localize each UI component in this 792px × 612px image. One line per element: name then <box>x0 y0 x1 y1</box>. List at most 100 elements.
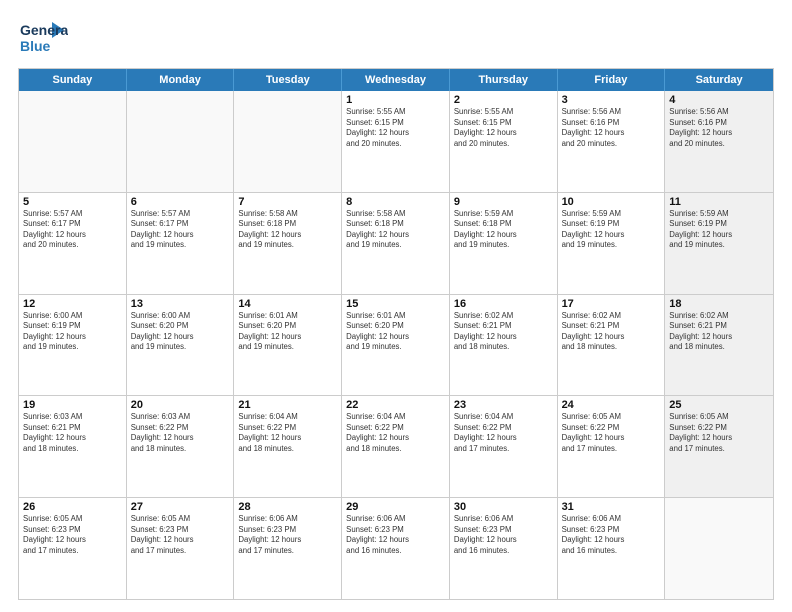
day-info: Sunrise: 6:01 AM Sunset: 6:20 PM Dayligh… <box>238 311 337 353</box>
day-cell-28: 28Sunrise: 6:06 AM Sunset: 6:23 PM Dayli… <box>234 498 342 599</box>
header-cell-wednesday: Wednesday <box>342 69 450 91</box>
day-cell-5: 5Sunrise: 5:57 AM Sunset: 6:17 PM Daylig… <box>19 193 127 294</box>
day-info: Sunrise: 5:57 AM Sunset: 6:17 PM Dayligh… <box>23 209 122 251</box>
day-number: 9 <box>454 196 553 208</box>
header-cell-saturday: Saturday <box>665 69 773 91</box>
day-number: 25 <box>669 399 769 411</box>
day-number: 12 <box>23 298 122 310</box>
day-number: 23 <box>454 399 553 411</box>
day-number: 21 <box>238 399 337 411</box>
day-number: 22 <box>346 399 445 411</box>
day-info: Sunrise: 6:03 AM Sunset: 6:22 PM Dayligh… <box>131 412 230 454</box>
day-number: 3 <box>562 94 661 106</box>
day-number: 13 <box>131 298 230 310</box>
day-cell-22: 22Sunrise: 6:04 AM Sunset: 6:22 PM Dayli… <box>342 396 450 497</box>
day-cell-10: 10Sunrise: 5:59 AM Sunset: 6:19 PM Dayli… <box>558 193 666 294</box>
day-cell-16: 16Sunrise: 6:02 AM Sunset: 6:21 PM Dayli… <box>450 295 558 396</box>
day-cell-11: 11Sunrise: 5:59 AM Sunset: 6:19 PM Dayli… <box>665 193 773 294</box>
day-number: 19 <box>23 399 122 411</box>
day-cell-30: 30Sunrise: 6:06 AM Sunset: 6:23 PM Dayli… <box>450 498 558 599</box>
day-number: 2 <box>454 94 553 106</box>
day-cell-18: 18Sunrise: 6:02 AM Sunset: 6:21 PM Dayli… <box>665 295 773 396</box>
day-number: 20 <box>131 399 230 411</box>
day-info: Sunrise: 6:00 AM Sunset: 6:19 PM Dayligh… <box>23 311 122 353</box>
day-info: Sunrise: 6:06 AM Sunset: 6:23 PM Dayligh… <box>346 514 445 556</box>
day-info: Sunrise: 6:04 AM Sunset: 6:22 PM Dayligh… <box>346 412 445 454</box>
day-number: 26 <box>23 501 122 513</box>
day-info: Sunrise: 6:01 AM Sunset: 6:20 PM Dayligh… <box>346 311 445 353</box>
day-number: 30 <box>454 501 553 513</box>
day-number: 18 <box>669 298 769 310</box>
day-number: 5 <box>23 196 122 208</box>
day-info: Sunrise: 5:57 AM Sunset: 6:17 PM Dayligh… <box>131 209 230 251</box>
day-number: 17 <box>562 298 661 310</box>
day-cell-13: 13Sunrise: 6:00 AM Sunset: 6:20 PM Dayli… <box>127 295 235 396</box>
week-row-3: 12Sunrise: 6:00 AM Sunset: 6:19 PM Dayli… <box>19 295 773 397</box>
header-cell-sunday: Sunday <box>19 69 127 91</box>
day-info: Sunrise: 6:06 AM Sunset: 6:23 PM Dayligh… <box>454 514 553 556</box>
day-cell-12: 12Sunrise: 6:00 AM Sunset: 6:19 PM Dayli… <box>19 295 127 396</box>
day-cell-15: 15Sunrise: 6:01 AM Sunset: 6:20 PM Dayli… <box>342 295 450 396</box>
week-row-2: 5Sunrise: 5:57 AM Sunset: 6:17 PM Daylig… <box>19 193 773 295</box>
day-info: Sunrise: 6:03 AM Sunset: 6:21 PM Dayligh… <box>23 412 122 454</box>
calendar-body: 1 Sunrise: 5:55 AM Sunset: 6:15 PM Daylig… <box>19 91 773 599</box>
day-info: Sunrise: 5:55 AM Sunset: 6:15 PM Dayligh… <box>454 107 553 149</box>
header-cell-friday: Friday <box>558 69 666 91</box>
day-info: Sunrise: 5:56 AM Sunset: 6:16 PM Dayligh… <box>562 107 661 149</box>
day-cell-9: 9Sunrise: 5:59 AM Sunset: 6:18 PM Daylig… <box>450 193 558 294</box>
day-cell-6: 6Sunrise: 5:57 AM Sunset: 6:17 PM Daylig… <box>127 193 235 294</box>
day-cell-20: 20Sunrise: 6:03 AM Sunset: 6:22 PM Dayli… <box>127 396 235 497</box>
page: GeneralBlue SundayMondayTuesdayWednesday… <box>0 0 792 612</box>
day-info: Sunrise: 6:04 AM Sunset: 6:22 PM Dayligh… <box>238 412 337 454</box>
header: GeneralBlue <box>18 18 774 58</box>
week-row-4: 19Sunrise: 6:03 AM Sunset: 6:21 PM Dayli… <box>19 396 773 498</box>
day-info: Sunrise: 6:05 AM Sunset: 6:22 PM Dayligh… <box>669 412 769 454</box>
empty-cell <box>19 91 127 192</box>
day-info: Sunrise: 6:05 AM Sunset: 6:22 PM Dayligh… <box>562 412 661 454</box>
day-info: Sunrise: 5:59 AM Sunset: 6:19 PM Dayligh… <box>669 209 769 251</box>
day-number: 1 <box>346 94 445 106</box>
day-number: 6 <box>131 196 230 208</box>
logo-svg: GeneralBlue <box>18 18 68 58</box>
day-info: Sunrise: 6:04 AM Sunset: 6:22 PM Dayligh… <box>454 412 553 454</box>
day-number: 10 <box>562 196 661 208</box>
day-number: 31 <box>562 501 661 513</box>
day-number: 7 <box>238 196 337 208</box>
day-cell-1: 1Sunrise: 5:55 AM Sunset: 6:15 PM Daylig… <box>342 91 450 192</box>
day-cell-3: 3Sunrise: 5:56 AM Sunset: 6:16 PM Daylig… <box>558 91 666 192</box>
day-cell-14: 14Sunrise: 6:01 AM Sunset: 6:20 PM Dayli… <box>234 295 342 396</box>
day-number: 27 <box>131 501 230 513</box>
day-cell-25: 25Sunrise: 6:05 AM Sunset: 6:22 PM Dayli… <box>665 396 773 497</box>
day-cell-23: 23Sunrise: 6:04 AM Sunset: 6:22 PM Dayli… <box>450 396 558 497</box>
day-number: 11 <box>669 196 769 208</box>
day-info: Sunrise: 5:59 AM Sunset: 6:19 PM Dayligh… <box>562 209 661 251</box>
day-info: Sunrise: 5:58 AM Sunset: 6:18 PM Dayligh… <box>238 209 337 251</box>
header-cell-thursday: Thursday <box>450 69 558 91</box>
logo: GeneralBlue <box>18 18 68 58</box>
day-cell-26: 26Sunrise: 6:05 AM Sunset: 6:23 PM Dayli… <box>19 498 127 599</box>
calendar-header: SundayMondayTuesdayWednesdayThursdayFrid… <box>19 69 773 91</box>
day-number: 24 <box>562 399 661 411</box>
day-cell-27: 27Sunrise: 6:05 AM Sunset: 6:23 PM Dayli… <box>127 498 235 599</box>
day-cell-17: 17Sunrise: 6:02 AM Sunset: 6:21 PM Dayli… <box>558 295 666 396</box>
day-info: Sunrise: 5:58 AM Sunset: 6:18 PM Dayligh… <box>346 209 445 251</box>
svg-text:General: General <box>20 22 68 38</box>
day-number: 29 <box>346 501 445 513</box>
day-cell-7: 7Sunrise: 5:58 AM Sunset: 6:18 PM Daylig… <box>234 193 342 294</box>
day-number: 16 <box>454 298 553 310</box>
empty-cell <box>665 498 773 599</box>
day-info: Sunrise: 6:06 AM Sunset: 6:23 PM Dayligh… <box>562 514 661 556</box>
day-info: Sunrise: 6:02 AM Sunset: 6:21 PM Dayligh… <box>454 311 553 353</box>
day-info: Sunrise: 6:05 AM Sunset: 6:23 PM Dayligh… <box>23 514 122 556</box>
day-cell-4: 4Sunrise: 5:56 AM Sunset: 6:16 PM Daylig… <box>665 91 773 192</box>
day-cell-21: 21Sunrise: 6:04 AM Sunset: 6:22 PM Dayli… <box>234 396 342 497</box>
week-row-1: 1 Sunrise: 5:55 AM Sunset: 6:15 PM Daylig… <box>19 91 773 193</box>
header-cell-monday: Monday <box>127 69 235 91</box>
day-number: 8 <box>346 196 445 208</box>
day-info: Sunrise: 6:00 AM Sunset: 6:20 PM Dayligh… <box>131 311 230 353</box>
day-info: Sunrise: 6:06 AM Sunset: 6:23 PM Dayligh… <box>238 514 337 556</box>
empty-cell <box>234 91 342 192</box>
day-cell-24: 24Sunrise: 6:05 AM Sunset: 6:22 PM Dayli… <box>558 396 666 497</box>
day-cell-29: 29Sunrise: 6:06 AM Sunset: 6:23 PM Dayli… <box>342 498 450 599</box>
day-number: 14 <box>238 298 337 310</box>
